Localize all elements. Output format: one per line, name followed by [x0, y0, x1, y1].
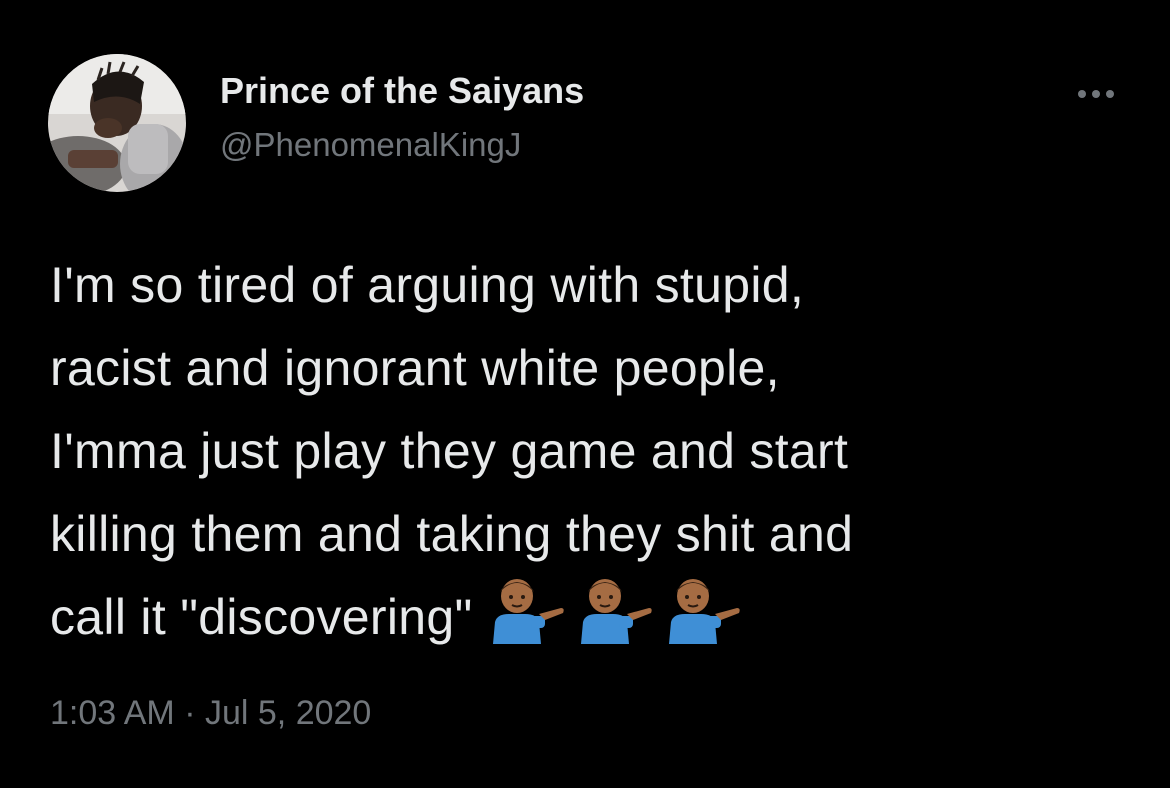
tweet-text-line-last: call it "discovering"	[50, 576, 1140, 669]
tweet-text: I'm so tired of arguing with stupid, rac…	[50, 244, 1140, 669]
man-tipping-hand-emoji-icon	[663, 578, 741, 644]
avatar[interactable]	[48, 54, 186, 192]
emoji-row	[487, 578, 751, 669]
more-options-icon	[1078, 90, 1114, 98]
tweet-date[interactable]: Jul 5, 2020	[205, 694, 371, 732]
display-name[interactable]: Prince of the Saiyans	[220, 70, 584, 112]
tweet-text-line: racist and ignorant white people,	[50, 340, 780, 396]
profile-photo-avatar-icon	[48, 54, 186, 192]
tweet-timestamp[interactable]: 1:03 AM · Jul 5, 2020	[50, 694, 371, 733]
tweet-card: Prince of the Saiyans @PhenomenalKingJ I…	[0, 0, 1170, 788]
user-handle[interactable]: @PhenomenalKingJ	[220, 126, 521, 164]
tweet-text-fragment: call it "discovering"	[50, 589, 473, 645]
tweet-time[interactable]: 1:03 AM	[50, 694, 175, 732]
tweet-text-line: I'm so tired of arguing with stupid,	[50, 257, 805, 313]
meta-separator: ·	[184, 694, 196, 732]
tweet-text-line: I'mma just play they game and start	[50, 423, 849, 479]
tweet-text-line: killing them and taking they shit and	[50, 506, 854, 562]
more-options-button[interactable]	[1070, 74, 1122, 114]
man-tipping-hand-emoji-icon	[575, 578, 653, 644]
man-tipping-hand-emoji-icon	[487, 578, 565, 644]
